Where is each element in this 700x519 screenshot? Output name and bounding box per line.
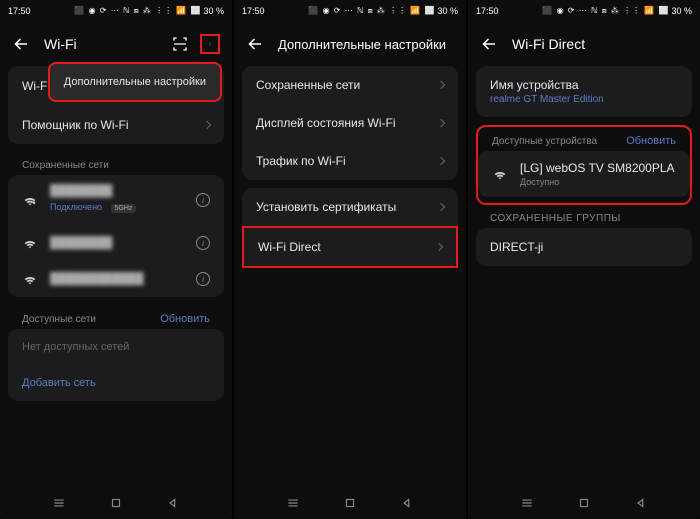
group-name: DIRECT-ji <box>490 240 678 254</box>
refresh-link[interactable]: Обновить <box>160 313 210 325</box>
nav-recent-icon[interactable] <box>520 496 534 510</box>
nav-home-icon[interactable] <box>109 496 123 510</box>
screen-wifi-direct: 17:50 ⬛ ◉ ⟳ ⋯ ℕ ⧈ ⁂ ⋮⋮ 📶 ⬜ 30 % Wi-Fi Di… <box>468 0 700 519</box>
app-bar: Wi-Fi Direct <box>468 22 700 66</box>
info-icon[interactable]: i <box>196 236 210 250</box>
row-label: Трафик по Wi-Fi <box>256 154 438 168</box>
row-label: Wi-Fi Direct <box>258 240 436 254</box>
nav-home-icon[interactable] <box>343 496 357 510</box>
info-icon[interactable]: i <box>196 272 210 286</box>
add-network-label: Добавить сеть <box>22 377 96 389</box>
available-devices-header: Доступные устройства <box>492 136 597 147</box>
status-time: 17:50 <box>8 6 31 16</box>
nav-back-icon[interactable] <box>400 496 414 510</box>
device-name-row[interactable]: Имя устройства realme GT Master Edition <box>476 66 692 117</box>
status-icons: ⬛ ◉ ⟳ ⋯ ℕ ⧈ ⁂ ⋮⋮ 📶 ⬜ <box>542 6 669 16</box>
nav-bar <box>234 487 466 519</box>
screen-advanced: 17:50 ⬛ ◉ ⟳ ⋯ ℕ ⧈ ⁂ ⋮⋮ 📶 ⬜ 30 % Дополнит… <box>234 0 466 519</box>
chevron-right-icon <box>437 203 445 211</box>
found-device-row[interactable]: [LG] webOS TV SM8200PLA Доступно <box>478 151 690 197</box>
status-icons: ⬛ ◉ ⟳ ⋯ ℕ ⧈ ⁂ ⋮⋮ 📶 ⬜ <box>308 6 435 16</box>
saved-networks-row[interactable]: Сохраненные сети <box>242 66 458 104</box>
network-badge: 5GHz <box>111 204 137 213</box>
status-bar: 17:50 ⬛ ◉ ⟳ ⋯ ℕ ⧈ ⁂ ⋮⋮ 📶 ⬜ 30 % <box>0 0 232 22</box>
app-bar: Дополнительные настройки <box>234 22 466 66</box>
nav-bar <box>0 487 232 519</box>
wifi-signal-icon <box>492 166 508 182</box>
nav-recent-icon[interactable] <box>286 496 300 510</box>
device-name: [LG] webOS TV SM8200PLA <box>520 161 676 175</box>
saved-groups-header: СОХРАНЕННЫЕ ГРУППЫ <box>476 205 692 228</box>
back-icon[interactable] <box>246 35 264 53</box>
page-title: Wi-Fi Direct <box>512 36 688 52</box>
status-time: 17:50 <box>242 6 265 16</box>
row-label: Дисплей состояния Wi-Fi <box>256 116 438 130</box>
saved-network-3[interactable]: ████████████ i <box>8 261 224 297</box>
info-icon[interactable]: i <box>196 193 210 207</box>
row-label: Установить сертификаты <box>256 200 438 214</box>
row-label: Сохраненные сети <box>256 78 438 92</box>
scan-icon[interactable] <box>170 34 190 54</box>
status-icons: ⬛ ◉ ⟳ ⋯ ℕ ⧈ ⁂ ⋮⋮ 📶 ⬜ <box>74 6 201 16</box>
wifi-assistant-label: Помощник по Wi-Fi <box>22 118 204 132</box>
status-battery: 30 % <box>671 6 692 16</box>
page-title: Дополнительные настройки <box>278 37 454 52</box>
screen-wifi: 17:50 ⬛ ◉ ⟳ ⋯ ℕ ⧈ ⁂ ⋮⋮ 📶 ⬜ 30 % Wi-Fi До… <box>0 0 232 519</box>
network-status: Подключено <box>50 202 102 212</box>
wifi-signal-icon <box>22 271 38 287</box>
traffic-row[interactable]: Трафик по Wi-Fi <box>242 142 458 180</box>
status-bar: 17:50 ⬛ ◉ ⟳ ⋯ ℕ ⧈ ⁂ ⋮⋮ 📶 ⬜ 30 % <box>234 0 466 22</box>
nav-back-icon[interactable] <box>166 496 180 510</box>
nav-home-icon[interactable] <box>577 496 591 510</box>
group-row[interactable]: DIRECT-ji <box>476 228 692 266</box>
popup-advanced-settings[interactable]: Дополнительные настройки <box>48 62 222 102</box>
chevron-right-icon <box>437 157 445 165</box>
no-networks-text: Нет доступных сетей <box>22 341 129 353</box>
device-name: realme GT Master Edition <box>490 94 678 105</box>
device-label: Имя устройства <box>490 78 678 92</box>
back-icon[interactable] <box>12 35 30 53</box>
device-status: Доступно <box>520 177 676 187</box>
page-title: Wi-Fi <box>44 36 156 52</box>
chevron-right-icon <box>203 121 211 129</box>
status-battery: 30 % <box>203 6 224 16</box>
refresh-link[interactable]: Обновить <box>626 135 676 147</box>
nav-bar <box>468 487 700 519</box>
wifi-assistant-row[interactable]: Помощник по Wi-Fi <box>8 106 224 144</box>
wifi-signal-icon <box>22 192 38 208</box>
saved-network-1[interactable]: ████████ Подключено 5GHz i <box>8 175 224 225</box>
nav-back-icon[interactable] <box>634 496 648 510</box>
status-battery: 30 % <box>437 6 458 16</box>
chevron-right-icon <box>437 119 445 127</box>
status-bar: 17:50 ⬛ ◉ ⟳ ⋯ ℕ ⧈ ⁂ ⋮⋮ 📶 ⬜ 30 % <box>468 0 700 22</box>
nav-recent-icon[interactable] <box>52 496 66 510</box>
wifi-direct-row[interactable]: Wi-Fi Direct <box>242 226 458 268</box>
wifi-signal-icon <box>22 235 38 251</box>
back-icon[interactable] <box>480 35 498 53</box>
status-time: 17:50 <box>476 6 499 16</box>
chevron-right-icon <box>435 243 443 251</box>
chevron-right-icon <box>437 81 445 89</box>
app-bar: Wi-Fi <box>0 22 232 66</box>
add-network-row[interactable]: Добавить сеть <box>8 365 224 401</box>
available-networks-header: Доступные сети <box>22 314 96 325</box>
install-certs-row[interactable]: Установить сертификаты <box>242 188 458 226</box>
saved-network-2[interactable]: ████████ i <box>8 225 224 261</box>
display-status-row[interactable]: Дисплей состояния Wi-Fi <box>242 104 458 142</box>
saved-networks-header: Сохраненные сети <box>8 152 224 175</box>
more-icon[interactable] <box>200 34 220 54</box>
